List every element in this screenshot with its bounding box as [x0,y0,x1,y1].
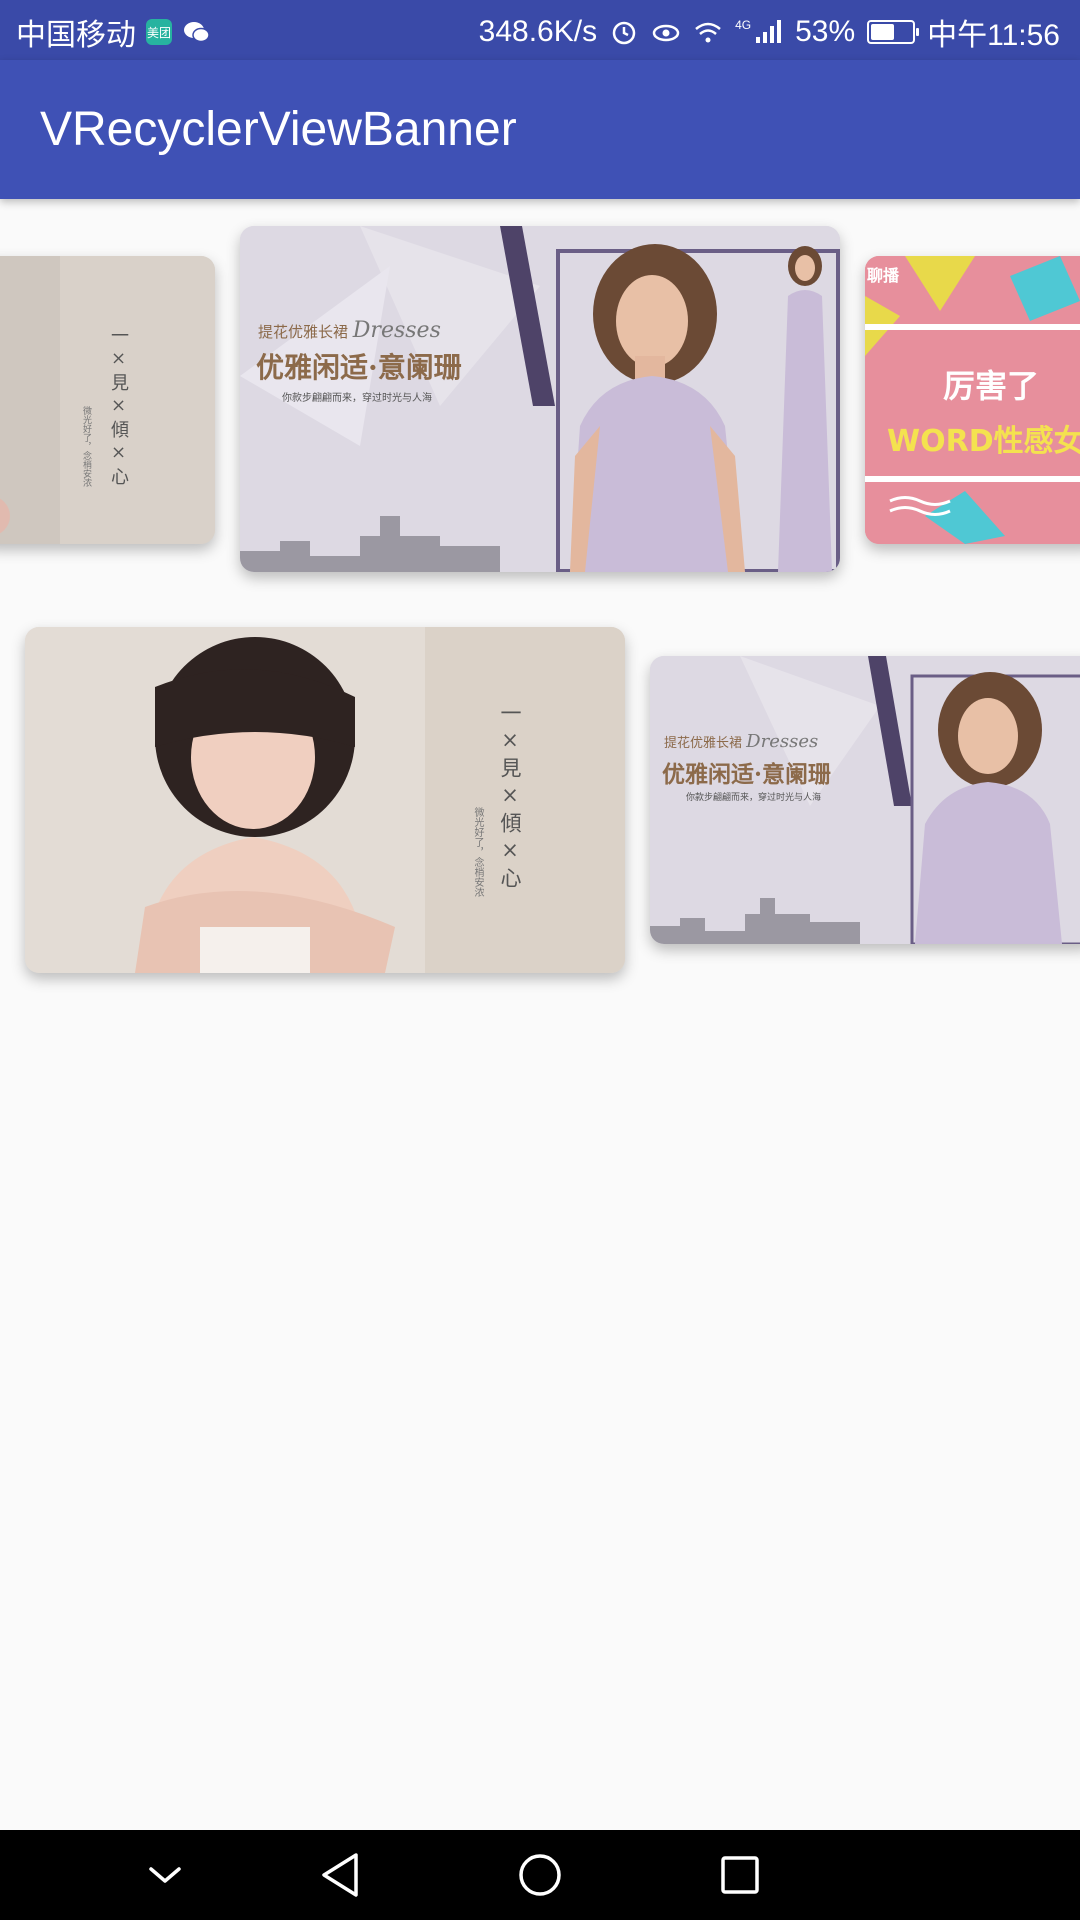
network-type-label: 4G [735,18,752,32]
banner-card-right[interactable]: 聊播 厉害了 WORD性感女 [865,256,1080,544]
promo-line: 提花优雅长裙 Dresses [664,731,818,752]
net-speed: 348.6K/s [478,15,598,48]
back-button[interactable] [310,1848,370,1902]
alarm-icon [612,21,636,45]
vertical-subtitle: 微光好了，念梢安浓 [472,807,483,897]
recents-icon [721,1856,759,1894]
promo-line-text: 提花优雅长裙 [258,323,349,341]
promo-line-script: Dresses [352,318,441,343]
wechat-notification-icon [184,22,210,43]
promo-tagline: 你款步翩翩而来，穿过时光与人海 [282,393,432,404]
promo-headline: 优雅闲适·意阑珊 [662,761,832,788]
page-title: VRecyclerViewBanner [40,103,517,156]
home-button[interactable] [510,1848,570,1902]
vertical-title: 一×見×傾×心 [108,326,129,489]
promo-tagline: 你款步翩翩而来，穿过时光与人海 [686,793,822,803]
back-icon [322,1853,358,1897]
carrier-label: 中国移动 [16,19,136,52]
banner-card-right[interactable]: 提花优雅长裙 Dresses 优雅闲适·意阑珊 你款步翩翩而来，穿过时光与人海 [650,656,1080,944]
chevron-down-icon [149,1867,181,1883]
battery-percent: 53% [795,15,856,48]
promo-headline: 优雅闲适·意阑珊 [256,351,462,384]
eye-comfort-icon [652,24,680,42]
wifi-icon [695,22,721,43]
home-icon [519,1854,561,1896]
banner-card-center[interactable]: 一×見×傾×心 微光好了，念梢安浓 [25,627,625,973]
promo-line: 提花优雅长裙 Dresses [258,318,441,343]
vertical-title: 一×見×傾×心 [498,702,522,893]
promo-line-text: 提花优雅长裙 [664,736,743,751]
app-bar: VRecyclerViewBanner [0,60,1080,199]
promo-line: 厉害了 [943,367,1040,405]
hide-nav-button[interactable] [135,1848,195,1902]
banner-image [25,627,625,973]
card-badge: 聊播 [867,266,900,285]
navigation-bar [0,1830,1080,1920]
banner-card-center[interactable]: 提花优雅长裙 Dresses 优雅闲适·意阑珊 你款步翩翩而来，穿过时光与人海 [240,226,840,572]
vertical-subtitle: 微光好了，念梢安浓 [81,406,91,487]
meituan-notification-icon: 美团 [146,19,172,45]
promo-headline: WORD性感女 [887,424,1080,459]
clock: 中午11:56 [927,19,1060,52]
banner-card-left[interactable]: 一×見×傾×心 微光好了，念梢安浓 [0,256,215,544]
recents-button[interactable] [710,1848,770,1902]
status-bar: 中国移动 美团 348.6K/s 4G 53% 中午11:56 [0,0,1080,60]
promo-line-script: Dresses [746,731,819,752]
battery-icon [867,20,920,44]
signal-icon [756,20,782,43]
